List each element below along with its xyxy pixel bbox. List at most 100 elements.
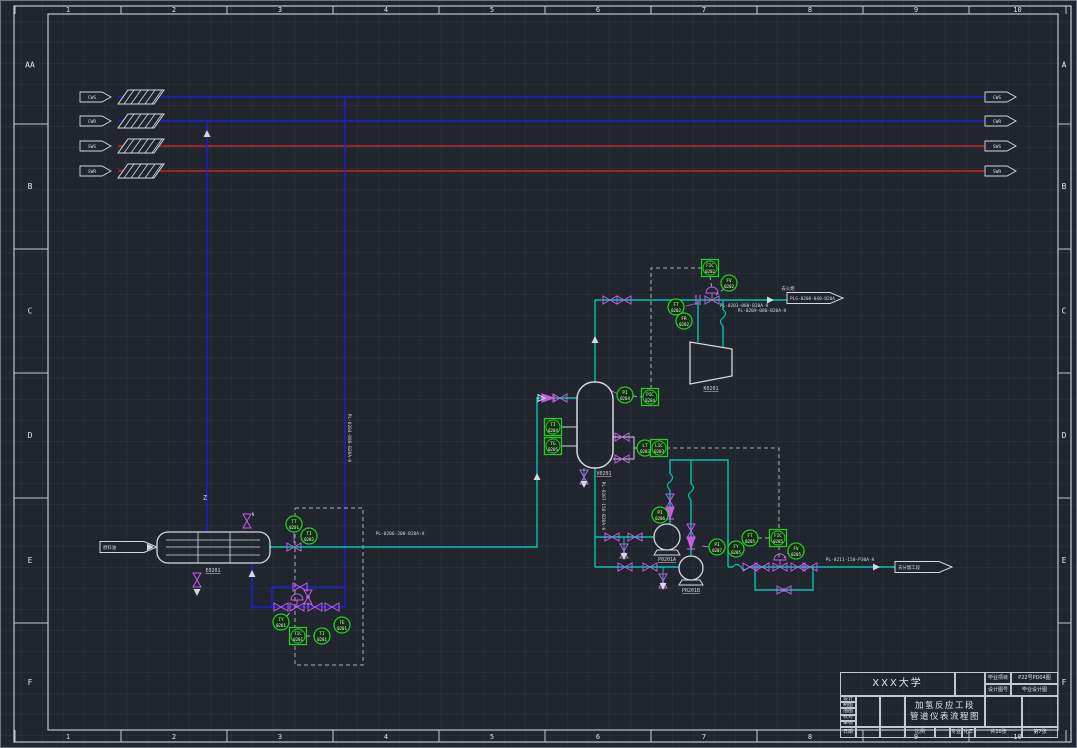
annotation-label: V0201 (596, 471, 611, 477)
zone-letter-right: A (1062, 61, 1067, 70)
flag-text: SWR (88, 169, 97, 175)
instrument-bubble-fr: FR0202 (676, 313, 692, 329)
zone-number-bottom: 6 (596, 733, 600, 741)
line-break-symbol (688, 484, 694, 500)
stream-arrow: 去分馏工段 (895, 562, 952, 573)
project-label: 毕业项目 (985, 672, 1011, 684)
zone-number-bottom: 1 (66, 733, 70, 741)
zone-letter-left: D (28, 431, 33, 440)
zone-number-top: 10 (1013, 6, 1021, 14)
flow-arrow (534, 473, 541, 480)
line-break-symbol (667, 474, 673, 490)
arrow-text: 原料油 (103, 544, 117, 551)
title-block: XXX大学 毕业项目 P22号PD04图 设计图号 毕业设计图 设计 制图 描图… (840, 672, 1058, 738)
annotation-label: N (252, 512, 255, 517)
instrument-bubble-pi: PI0207 (709, 539, 725, 555)
annotation-label: PL-0207-150-B20A-H (600, 482, 606, 531)
flag-text: SWS (993, 144, 1002, 150)
instrument-loop-number: 0207 (712, 548, 722, 553)
instrument-loop-number: 0203 (640, 449, 650, 454)
title-block-empty-cell (985, 696, 1022, 727)
check-valve-body (687, 537, 695, 549)
valve-gate (193, 573, 201, 587)
instrument-bubble-ft: FT0202 (668, 299, 684, 315)
flag-text: CWR (88, 119, 97, 125)
instrument-loop-number: 0202 (671, 308, 681, 313)
valve-gate (243, 514, 251, 528)
diaphragm-actuator (291, 594, 303, 600)
zone-number-bottom: 8 (808, 733, 812, 741)
instrument-loop-number: 0202 (724, 284, 734, 289)
annotation-label: P0201B (682, 588, 700, 594)
sheets-total: 共10张 (975, 727, 1022, 738)
instrument-bubble-ft: FT0205 (742, 530, 758, 546)
flow-arrow (592, 336, 599, 343)
zone-number-top: 7 (702, 6, 706, 14)
stream-arrow: PLG-0208-040-B20A (787, 293, 843, 304)
zone-letter-right: D (1062, 431, 1067, 440)
annotation-label: K0201 (703, 386, 718, 392)
instrument-loop-number: 0205 (745, 539, 755, 544)
line-tag-right: SWS (985, 141, 1016, 151)
instrument-loop-number: 0204 (548, 428, 558, 433)
instrument-loop-number: 0206 (655, 516, 665, 521)
zone-number-bottom: 5 (490, 733, 494, 741)
globe-disc (306, 595, 310, 599)
instrument-loop-number: 0201 (317, 637, 327, 642)
instrument-bubble-pic: PIC0204 (642, 389, 659, 406)
pipe-line (270, 398, 577, 547)
instrument-loop-number: 0205 (791, 552, 801, 557)
major-value: 化工 (962, 727, 975, 738)
battery-limit-symbol (118, 114, 164, 128)
instrument-bubble-fy: FY0205 (728, 541, 744, 557)
instrument-bubble-ti: TI0201 (314, 628, 330, 644)
flag-text: SWS (88, 144, 97, 150)
annotation-label: Z (203, 494, 207, 502)
flow-arrow (204, 130, 211, 137)
annotation-label: PL-0203-080-B20A-H (720, 303, 769, 309)
heat-exchanger-shell (157, 532, 270, 563)
instrument-bubble-fv: FV0205 (788, 543, 804, 559)
valve-chk (542, 394, 554, 402)
flow-arrow (660, 583, 667, 590)
flag-text: SWR (993, 169, 1002, 175)
zone-letter-right: E (1062, 556, 1067, 565)
instrument-bubble-ty: TY0201 (273, 614, 289, 630)
cad-drawing-canvas: CWSCWSCWRCWRSWSSWSSWRSWR原料油去分馏工段PLG-0208… (0, 0, 1077, 748)
zone-letter-left: B (28, 182, 33, 191)
instrument-loop-number: 0201 (337, 626, 347, 631)
pump-b-casing (679, 556, 703, 580)
instrument-bubble-tt: TT0201 (286, 516, 302, 532)
arrow-text: 去分馏工段 (898, 564, 921, 571)
zone-number-bottom: 3 (278, 733, 282, 741)
arrow-text: PLG-0208-040-B20A (790, 296, 835, 302)
annotation-label: PL-0211-150-P30A-H (826, 557, 875, 563)
zone-number-top: 3 (278, 6, 282, 14)
zone-letter-right: B (1062, 182, 1067, 191)
drawing-title: 加氢反应工段 管道仪表流程图 (905, 696, 985, 727)
instrument-loop-number: 0202 (679, 322, 689, 327)
zone-number-bottom: 7 (702, 733, 706, 741)
instrument-loop-number: 0204 (620, 396, 630, 401)
instrument-loop-number: 0202 (304, 537, 314, 542)
empty-cell (856, 727, 880, 738)
flow-arrow (621, 553, 628, 560)
instrument-bubble-ti: TI0204 (545, 419, 562, 436)
line-break-symbol (720, 310, 726, 326)
valve-ctrl (705, 287, 719, 304)
flag-text: CWS (88, 95, 97, 101)
zone-number-top: 6 (596, 6, 600, 14)
flag-text: CWS (993, 95, 1002, 101)
title-block-university: XXX大学 (840, 672, 955, 696)
role-label-date: 日期 (840, 727, 856, 738)
line-tag-right: SWR (985, 166, 1016, 176)
globe-disc (782, 588, 786, 592)
zone-number-top: 5 (490, 6, 494, 14)
battery-limit-symbol (118, 139, 164, 153)
pump-a-base (654, 550, 680, 555)
annotation-label: PL-0206-200-B20A-H (376, 531, 425, 537)
line-tag-right: CWS (985, 92, 1016, 102)
zone-number-top: 1 (66, 6, 70, 14)
instrument-bubble-ti: TI0202 (301, 528, 317, 544)
instrument-loop-number: 0204 (645, 398, 655, 403)
